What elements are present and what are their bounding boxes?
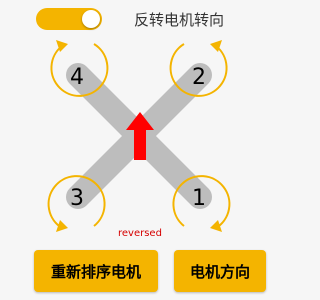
reversed-status-text: reversed: [118, 228, 162, 239]
motor-label-4[interactable]: 4: [70, 65, 84, 90]
motor-label-3[interactable]: 3: [70, 186, 84, 211]
motor-label-2[interactable]: 2: [192, 65, 206, 90]
reorder-motors-button[interactable]: 重新排序电机: [34, 250, 158, 292]
motor-direction-button[interactable]: 电机方向: [174, 250, 266, 292]
motor-label-1[interactable]: 1: [192, 186, 206, 211]
